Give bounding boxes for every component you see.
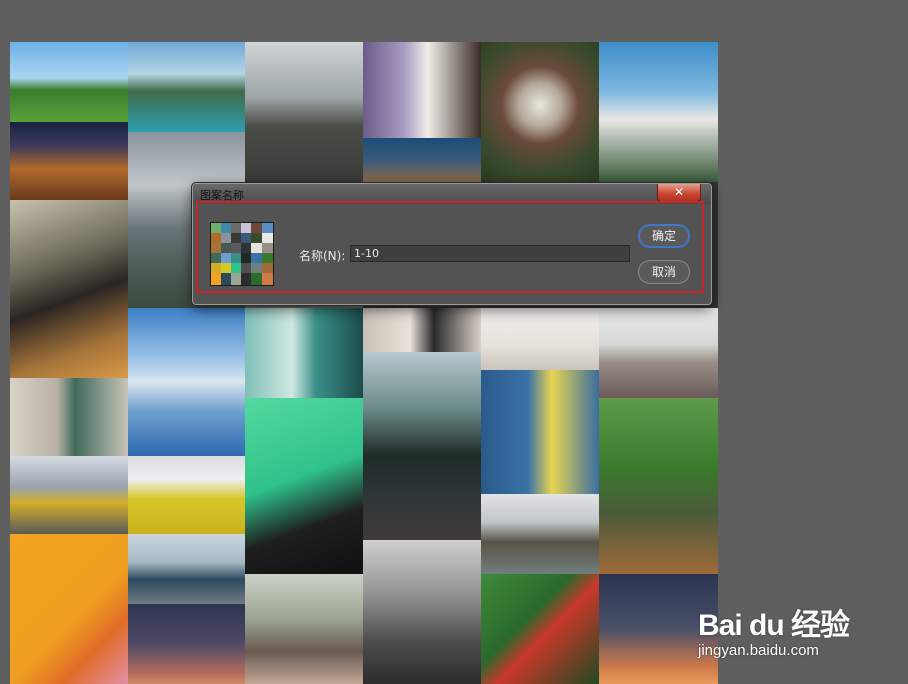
photo-sunset-sky bbox=[128, 604, 245, 684]
photo-woman-in-arch bbox=[481, 42, 599, 182]
photo-night-street bbox=[10, 122, 128, 200]
photo-woman-market bbox=[10, 200, 128, 378]
baidu-jingyan-watermark: Bai du 经验 jingyan.baidu.com bbox=[696, 592, 896, 672]
photo-bride-dress bbox=[363, 308, 481, 352]
watermark-brand: Bai du 经验 bbox=[698, 609, 850, 642]
pattern-image-canvas bbox=[10, 42, 718, 684]
pattern-thumbnail bbox=[210, 222, 274, 286]
photo-green-field bbox=[10, 42, 128, 122]
photo-road-runner bbox=[245, 42, 363, 182]
photo-yellow-tram bbox=[10, 456, 128, 534]
cancel-button[interactable]: 取消 bbox=[638, 260, 690, 284]
photo-blue-car bbox=[128, 534, 245, 604]
photo-wedding-gown bbox=[481, 308, 599, 370]
photo-mountain-road bbox=[363, 352, 481, 540]
photo-woman-green-dress bbox=[10, 378, 128, 456]
photo-sunglasses-woman bbox=[245, 398, 363, 574]
photo-forest-walk bbox=[599, 398, 718, 574]
photo-tropical-plants bbox=[481, 574, 599, 684]
pattern-thumbnail-mosaic bbox=[211, 223, 273, 285]
photo-white-church bbox=[599, 42, 718, 182]
photo-woman-white-shirt bbox=[363, 42, 481, 138]
pattern-name-input[interactable] bbox=[350, 245, 630, 262]
photo-rapeseed-field bbox=[128, 456, 245, 534]
photo-glass-building bbox=[245, 308, 363, 398]
photo-vr-headset bbox=[10, 534, 128, 684]
photo-island-lagoon bbox=[128, 42, 245, 132]
photo-town-houses bbox=[363, 138, 481, 182]
photo-winter-couple bbox=[245, 574, 363, 684]
photo-lake-reflection bbox=[128, 308, 245, 456]
close-icon: ✕ bbox=[673, 185, 685, 199]
photo-airplane-sunset bbox=[599, 574, 718, 684]
close-button[interactable]: ✕ bbox=[657, 184, 701, 202]
pattern-name-dialog: 图案名称 ✕ 名称(N): 确定 取消 bbox=[192, 183, 712, 305]
photo-rocky-cliffs bbox=[363, 540, 481, 684]
ok-button[interactable]: 确定 bbox=[638, 224, 690, 248]
name-field-label: 名称(N): bbox=[299, 249, 346, 263]
photo-woman-blue-wall bbox=[481, 370, 599, 494]
photo-chinese-pavilion bbox=[481, 494, 599, 574]
photo-plaid-blanket-woman bbox=[599, 308, 718, 398]
